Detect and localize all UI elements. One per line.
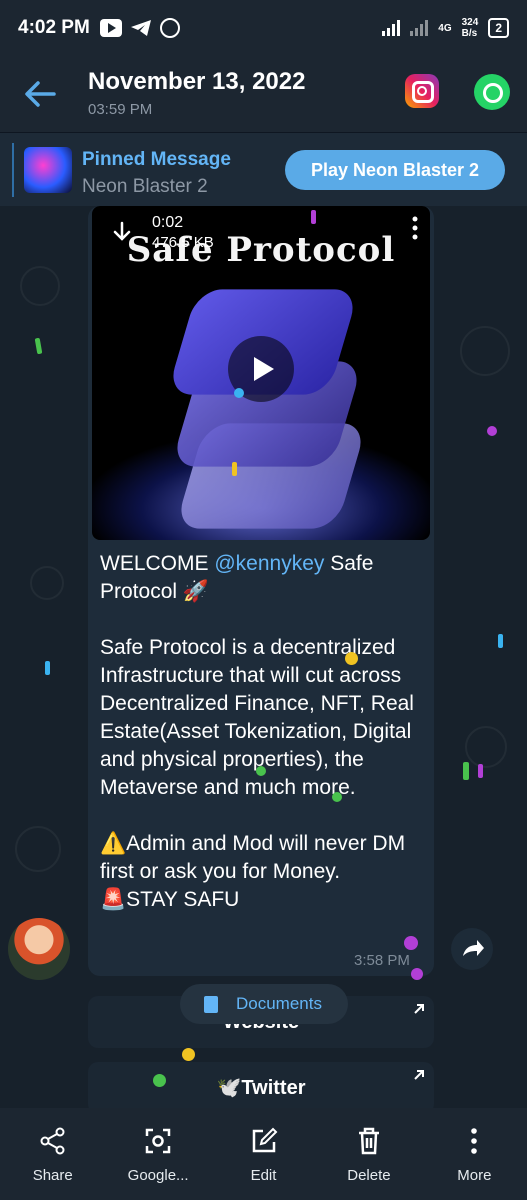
pinned-subtitle: Neon Blaster 2 — [82, 176, 208, 197]
network-speed: 324 B/s — [461, 17, 479, 39]
telegram-icon — [130, 20, 151, 36]
notification-icons — [99, 18, 180, 38]
forward-icon — [463, 940, 484, 956]
chat-area[interactable]: Safe Protocol 0:02 476.5 KB WELCOME @ken… — [0, 206, 527, 1108]
message-paragraph: Safe Protocol is a decentralized Infrast… — [100, 636, 414, 799]
whatsapp-icon — [159, 18, 180, 38]
share-icon — [40, 1127, 65, 1155]
play-game-button[interactable]: Play Neon Blaster 2 — [285, 150, 505, 190]
mention-link[interactable]: @kennykey — [214, 552, 324, 575]
google-lens-button[interactable]: Google... — [105, 1108, 210, 1200]
signal-2-icon — [410, 20, 429, 36]
signal-icon — [382, 20, 401, 36]
status-indicators: 4G 324 B/s 2 — [382, 17, 509, 39]
pinned-title: Pinned Message — [82, 149, 231, 170]
back-arrow-icon[interactable] — [22, 76, 58, 112]
battery-icon: 2 — [488, 18, 509, 38]
more-icon — [471, 1128, 478, 1154]
sender-avatar[interactable] — [8, 918, 70, 980]
video-title: Safe Protocol — [126, 230, 396, 270]
forward-button[interactable] — [451, 928, 493, 970]
document-icon — [204, 996, 218, 1013]
whatsapp-share-icon[interactable] — [474, 74, 510, 110]
video-player[interactable]: Safe Protocol 0:02 476.5 KB — [92, 206, 430, 540]
video-menu-icon[interactable] — [412, 216, 418, 240]
google-lens-icon — [145, 1128, 171, 1154]
video-duration: 0:02 — [152, 214, 184, 231]
more-button[interactable]: More — [422, 1108, 527, 1200]
more-label: More — [457, 1167, 492, 1184]
google-lens-label: Google... — [127, 1167, 189, 1184]
status-bar: 4:02 PM 4G 324 B/s 2 — [0, 0, 527, 56]
chat-header: November 13, 2022 03:59 PM — [0, 56, 527, 132]
bottom-action-bar: Share Google... Edit Delete More — [0, 1108, 527, 1200]
edit-icon — [252, 1127, 277, 1153]
page-title: November 13, 2022 — [88, 68, 306, 95]
pinned-message-bar[interactable]: Pinned Message Neon Blaster 2 Play Neon … — [0, 132, 527, 206]
message-stay-safu: 🚨STAY SAFU — [100, 888, 240, 911]
documents-button[interactable]: Documents — [180, 984, 348, 1024]
status-time: 4:02 PM — [18, 17, 90, 38]
message-warning: ⚠️Admin and Mod will never DM first or a… — [100, 832, 406, 883]
page-subtitle: 03:59 PM — [88, 101, 153, 118]
network-type: 4G — [438, 22, 452, 34]
share-label: Share — [32, 1167, 73, 1184]
external-link-icon — [414, 1004, 424, 1014]
external-link-icon — [414, 1070, 424, 1080]
edit-button[interactable]: Edit — [211, 1108, 316, 1200]
video-size: 476.5 KB — [152, 234, 214, 251]
twitter-button[interactable]: 🕊️Twitter — [88, 1062, 434, 1108]
share-button[interactable]: Share — [0, 1108, 105, 1200]
download-icon[interactable] — [110, 220, 134, 244]
message-time: 3:58 PM — [354, 952, 410, 969]
youtube-icon — [99, 19, 122, 37]
delete-icon — [358, 1127, 379, 1155]
delete-button[interactable]: Delete — [316, 1108, 421, 1200]
delete-label: Delete — [347, 1167, 391, 1184]
message-text: WELCOME @kennykey Safe Protocol 🚀 Safe P… — [100, 550, 425, 914]
pinned-indicator — [12, 143, 14, 197]
pinned-thumbnail — [24, 147, 72, 193]
message-welcome: WELCOME @kennykey Safe Protocol 🚀 — [100, 552, 374, 603]
edit-label: Edit — [250, 1167, 277, 1184]
instagram-icon[interactable] — [405, 74, 439, 108]
message-bubble[interactable]: Safe Protocol 0:02 476.5 KB WELCOME @ken… — [88, 206, 434, 976]
